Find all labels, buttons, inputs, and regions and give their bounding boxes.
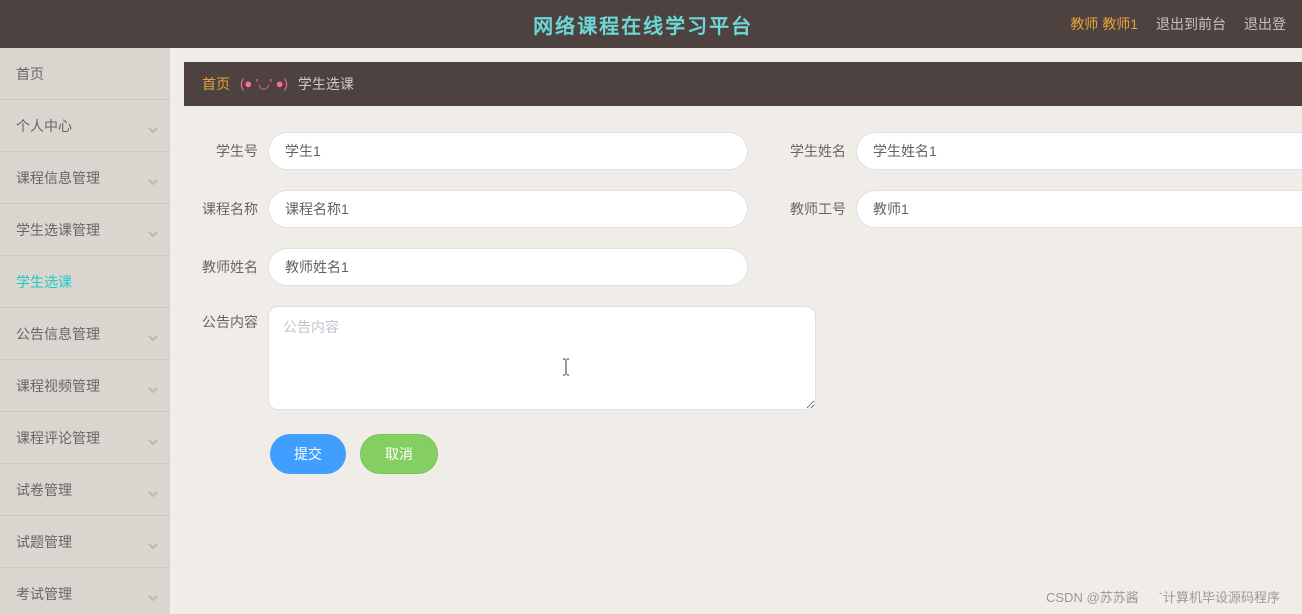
student-name-input[interactable] [856, 132, 1302, 170]
header-center: 网络课程在线学习平台 [216, 10, 1070, 39]
sidebar-item-0[interactable]: 首页 [0, 48, 170, 100]
chevron-down-icon [148, 434, 156, 442]
chevron-down-icon [148, 122, 156, 130]
sidebar-item-10[interactable]: 考试管理 [0, 568, 170, 614]
sidebar-item-9[interactable]: 试题管理 [0, 516, 170, 568]
breadcrumb: 首页 (● '◡' ●) 学生选课 [184, 62, 1302, 106]
sidebar-item-4[interactable]: 学生选课 [0, 256, 170, 308]
cancel-button[interactable]: 取消 [360, 434, 438, 474]
logout-front-link[interactable]: 退出到前台 [1156, 14, 1226, 34]
main-area: 首页 (● '◡' ●) 学生选课 学生号 学生姓名 [170, 48, 1302, 614]
sidebar-item-label: 个人中心 [16, 116, 72, 136]
breadcrumb-face-icon: (● '◡' ●) [240, 76, 288, 92]
teacher-id-label: 教师工号 [788, 199, 846, 219]
sidebar-item-label: 课程信息管理 [16, 168, 100, 188]
sidebar-item-7[interactable]: 课程评论管理 [0, 412, 170, 464]
sidebar-item-label: 公告信息管理 [16, 324, 100, 344]
course-name-label: 课程名称 [200, 199, 258, 219]
sidebar-item-label: 试卷管理 [16, 480, 72, 500]
submit-button[interactable]: 提交 [270, 434, 346, 474]
chevron-down-icon [148, 590, 156, 598]
sidebar-item-5[interactable]: 公告信息管理 [0, 308, 170, 360]
sidebar-item-label: 首页 [16, 64, 44, 84]
sidebar-item-8[interactable]: 试卷管理 [0, 464, 170, 516]
header-right: 教师 教师1 退出到前台 退出登 [1070, 14, 1286, 34]
chevron-down-icon [148, 486, 156, 494]
sidebar-item-label: 课程评论管理 [16, 428, 100, 448]
breadcrumb-current: 学生选课 [298, 74, 354, 94]
sidebar-item-label: 试题管理 [16, 532, 72, 552]
sidebar-item-label: 考试管理 [16, 584, 72, 604]
sidebar-item-label: 学生选课管理 [16, 220, 100, 240]
sidebar-item-label: 课程视频管理 [16, 376, 100, 396]
notice-textarea[interactable] [268, 306, 816, 410]
logout-link[interactable]: 退出登 [1244, 14, 1286, 34]
notice-label: 公告内容 [200, 306, 258, 332]
header: 网络课程在线学习平台 教师 教师1 退出到前台 退出登 [0, 0, 1302, 48]
teacher-name-label: 教师姓名 [200, 257, 258, 277]
student-id-input[interactable] [268, 132, 748, 170]
student-id-label: 学生号 [200, 141, 258, 161]
student-name-label: 学生姓名 [788, 141, 846, 161]
user-label[interactable]: 教师 教师1 [1070, 14, 1138, 34]
chevron-down-icon [148, 330, 156, 338]
sidebar-item-label: 学生选课 [16, 272, 72, 292]
teacher-id-input[interactable] [856, 190, 1302, 228]
sidebar-item-6[interactable]: 课程视频管理 [0, 360, 170, 412]
chevron-down-icon [148, 226, 156, 234]
course-name-input[interactable] [268, 190, 748, 228]
sidebar: 首页个人中心课程信息管理学生选课管理学生选课公告信息管理课程视频管理课程评论管理… [0, 48, 170, 614]
chevron-down-icon [148, 538, 156, 546]
sidebar-item-3[interactable]: 学生选课管理 [0, 204, 170, 256]
chevron-down-icon [148, 382, 156, 390]
breadcrumb-home[interactable]: 首页 [202, 74, 230, 94]
app-title: 网络课程在线学习平台 [533, 16, 753, 38]
sidebar-item-1[interactable]: 个人中心 [0, 100, 170, 152]
teacher-name-input[interactable] [268, 248, 748, 286]
sidebar-item-2[interactable]: 课程信息管理 [0, 152, 170, 204]
form-area: 学生号 学生姓名 课程名称 教师工号 [184, 106, 1302, 504]
chevron-down-icon [148, 174, 156, 182]
